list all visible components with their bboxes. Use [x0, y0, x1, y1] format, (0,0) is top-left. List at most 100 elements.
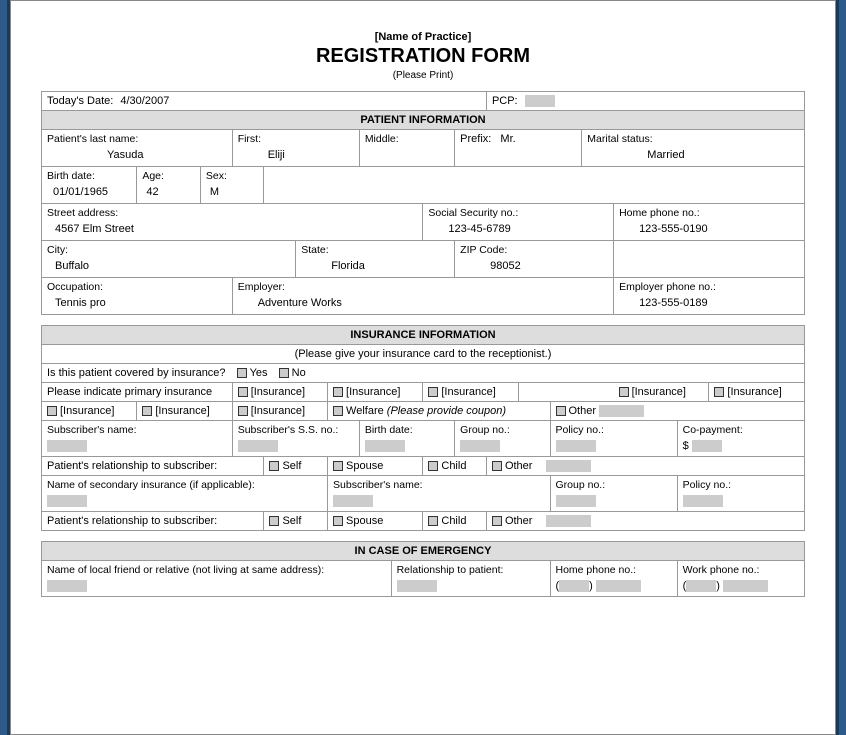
marital-label: Marital status: — [587, 133, 799, 145]
ins-opt-4: [Insurance] — [632, 386, 686, 398]
occupation-label: Occupation: — [47, 281, 227, 293]
zip-value: 98052 — [460, 256, 608, 274]
em-home-area — [559, 580, 589, 592]
middle-label: Middle: — [365, 133, 449, 145]
spouse-label-2: Spouse — [346, 515, 383, 527]
friend-blank — [47, 580, 87, 592]
emergency-header: IN CASE OF EMERGENCY — [42, 542, 805, 561]
child-label-1: Child — [441, 460, 466, 472]
other-label-1: Other — [569, 405, 597, 417]
insurance-instruction: (Please give your insurance card to the … — [42, 345, 805, 364]
state-value: Florida — [301, 256, 449, 274]
employer-label: Employer: — [238, 281, 608, 293]
other-rel-checkbox-2[interactable] — [492, 516, 502, 526]
ins-checkbox-7[interactable] — [142, 406, 152, 416]
spouse-checkbox-1[interactable] — [333, 461, 343, 471]
ins-opt-6: [Insurance] — [60, 405, 114, 417]
empphone-value: 123-555-0189 — [619, 293, 799, 311]
friend-label: Name of local friend or relative (not li… — [47, 564, 386, 576]
welfare-checkbox[interactable] — [333, 406, 343, 416]
sub-name-blank-2 — [333, 495, 373, 507]
child-checkbox-1[interactable] — [428, 461, 438, 471]
sub-name-blank — [47, 440, 87, 452]
self-checkbox-2[interactable] — [269, 516, 279, 526]
ssn-label: Social Security no.: — [428, 207, 608, 219]
other-rel-checkbox-1[interactable] — [492, 461, 502, 471]
birthdate-value: 01/01/1965 — [47, 182, 131, 200]
ins-opt-7: [Insurance] — [155, 405, 209, 417]
group-blank — [460, 440, 500, 452]
rel-label: Relationship to patient: — [397, 564, 545, 576]
other-rel-blank-1 — [546, 460, 591, 472]
employer-value: Adventure Works — [238, 293, 608, 311]
em-home-label: Home phone no.: — [556, 564, 672, 576]
em-home-num — [596, 580, 641, 592]
firstname-label: First: — [238, 133, 354, 145]
firstname-value: Eliji — [238, 145, 354, 163]
today-date-label: Today's Date: — [47, 95, 113, 107]
ins-checkbox-6[interactable] — [47, 406, 57, 416]
self-label-1: Self — [282, 460, 301, 472]
ins-birth-label: Birth date: — [365, 424, 449, 436]
insurance-table: INSURANCE INFORMATION (Please give your … — [41, 325, 805, 531]
ins-checkbox-4[interactable] — [619, 387, 629, 397]
rel-question-2: Patient's relationship to subscriber: — [42, 512, 264, 531]
ins-opt-2: [Insurance] — [346, 386, 400, 398]
pcp-blank — [525, 95, 555, 107]
form-header: [Name of Practice] REGISTRATION FORM (Pl… — [41, 31, 805, 81]
age-value: 42 — [142, 182, 195, 200]
rel-blank — [397, 580, 437, 592]
prefix-value: Mr. — [500, 133, 515, 145]
state-label: State: — [301, 244, 449, 256]
ins-opt-8: [Insurance] — [251, 405, 305, 417]
other-rel-label-2: Other — [505, 515, 533, 527]
self-checkbox-1[interactable] — [269, 461, 279, 471]
copay-blank — [692, 440, 722, 452]
paren-r-1: ) — [589, 580, 593, 592]
please-print: (Please Print) — [41, 70, 805, 81]
rel-question-1: Patient's relationship to subscriber: — [42, 457, 264, 476]
ins-checkbox-2[interactable] — [333, 387, 343, 397]
pcp-label: PCP: — [492, 95, 518, 107]
em-work-area — [686, 580, 716, 592]
empphone-label: Employer phone no.: — [619, 281, 799, 293]
street-value: 4567 Elm Street — [47, 219, 417, 237]
ins-checkbox-3[interactable] — [428, 387, 438, 397]
insurance-header: INSURANCE INFORMATION — [42, 326, 805, 345]
other-rel-blank-2 — [546, 515, 591, 527]
spouse-label-1: Spouse — [346, 460, 383, 472]
policy-label: Policy no.: — [556, 424, 672, 436]
policy-blank — [556, 440, 596, 452]
covered-yes-checkbox[interactable] — [237, 368, 247, 378]
sub-ssn-label: Subscriber's S.S. no.: — [238, 424, 354, 436]
covered-no-checkbox[interactable] — [279, 368, 289, 378]
street-label: Street address: — [47, 207, 417, 219]
lastname-label: Patient's last name: — [47, 133, 227, 145]
age-label: Age: — [142, 170, 195, 182]
today-date-value: 4/30/2007 — [120, 95, 169, 107]
birthdate-label: Birth date: — [47, 170, 131, 182]
copay-label: Co-payment: — [683, 424, 799, 436]
ins-checkbox-5[interactable] — [714, 387, 724, 397]
sex-value: M — [206, 182, 259, 200]
welfare-note: (Please provide coupon) — [387, 405, 506, 417]
document-page: [Name of Practice] REGISTRATION FORM (Pl… — [10, 0, 836, 735]
other-rel-label-1: Other — [505, 460, 533, 472]
self-label-2: Self — [282, 515, 301, 527]
secondary-label: Name of secondary insurance (if applicab… — [47, 479, 322, 491]
copay-prefix: $ — [683, 440, 689, 452]
emergency-table: IN CASE OF EMERGENCY Name of local frien… — [41, 541, 805, 597]
other-checkbox-1[interactable] — [556, 406, 566, 416]
child-checkbox-2[interactable] — [428, 516, 438, 526]
city-label: City: — [47, 244, 290, 256]
spouse-checkbox-2[interactable] — [333, 516, 343, 526]
patient-table: Today's Date: 4/30/2007 PCP: PATIENT INF… — [41, 91, 805, 315]
zip-label: ZIP Code: — [460, 244, 608, 256]
policy-blank-2 — [683, 495, 723, 507]
ins-checkbox-8[interactable] — [238, 406, 248, 416]
ins-checkbox-1[interactable] — [238, 387, 248, 397]
sub-name-label-2: Subscriber's name: — [333, 479, 544, 491]
sex-label: Sex: — [206, 170, 259, 182]
paren-r-2: ) — [716, 580, 720, 592]
group-label: Group no.: — [460, 424, 544, 436]
